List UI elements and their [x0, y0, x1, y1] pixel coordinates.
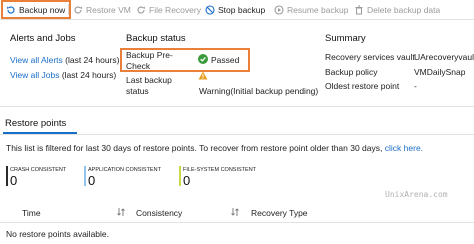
sort-icon[interactable]: [230, 207, 240, 219]
backup-status-title: Backup status: [126, 33, 186, 44]
section-divider: [0, 106, 474, 107]
restore-vm-label: Restore VM: [86, 4, 131, 15]
command-toolbar: Backup now Restore VM File Recovery Stop…: [0, 0, 474, 20]
crash-consistent-label: CRASH CONSISTENT: [10, 167, 67, 173]
alerts-jobs-title: Alerts and Jobs: [10, 33, 76, 44]
stop-backup-label: Stop backup: [218, 4, 266, 15]
application-consistent-label: APPLICATION CONSISTENT: [88, 167, 161, 173]
application-consistent-counter: APPLICATION CONSISTENT 0: [84, 166, 161, 187]
backup-now-button[interactable]: Backup now: [1, 0, 72, 19]
last-backup-status: Warning(Initial backup pending): [199, 86, 319, 96]
precheck-label-line2: Check: [126, 61, 151, 71]
filter-notice: This list is filtered for last 30 days o…: [6, 143, 423, 153]
view-all-jobs-link[interactable]: View all Jobs: [10, 70, 59, 80]
table-header-divider: [0, 222, 474, 223]
application-consistent-value: 0: [88, 173, 96, 188]
resume-icon: [274, 4, 284, 15]
stop-backup-button[interactable]: Stop backup: [205, 1, 265, 18]
click-here-link[interactable]: click here.: [385, 143, 423, 153]
crash-consistent-value: 0: [10, 173, 18, 188]
delete-backup-data-button[interactable]: Delete backup data: [354, 1, 440, 18]
application-consistent-bar: [84, 166, 86, 186]
filter-text: This list is filtered for last 30 days o…: [6, 143, 383, 153]
tab-restore-points[interactable]: Restore points: [5, 118, 66, 129]
delete-backup-data-label: Delete backup data: [367, 4, 441, 15]
restore-vm-button[interactable]: Restore VM: [73, 1, 131, 18]
last-backup-label-line1: Last backup: [126, 75, 172, 85]
summary-title: Summary: [325, 33, 366, 44]
policy-link[interactable]: VMDailySnap: [414, 67, 466, 77]
crash-consistent-bar: [6, 166, 8, 186]
policy-label: Backup policy: [325, 67, 378, 77]
file-recovery-label: File Recovery: [149, 4, 201, 15]
resume-backup-label: Resume backup: [287, 4, 349, 15]
watermark: UnixArena.com: [385, 190, 448, 199]
backup-icon: [6, 5, 16, 15]
file-recovery-button[interactable]: File Recovery: [136, 1, 201, 18]
jobs-period: (last 24 hours): [61, 70, 117, 80]
toolbar-separator: [68, 4, 69, 15]
view-all-alerts-link[interactable]: View all Alerts: [10, 55, 63, 65]
alerts-row: View all Alerts (last 24 hours): [10, 55, 119, 65]
crash-consistent-counter: CRASH CONSISTENT 0: [6, 166, 66, 187]
file-system-consistent-label: FILE-SYSTEM CONSISTENT: [183, 167, 257, 173]
file-system-consistent-bar: [179, 166, 181, 186]
vault-link[interactable]: UArecoveryvault: [414, 52, 474, 62]
trash-icon: [354, 5, 364, 15]
resume-backup-button[interactable]: Resume backup: [274, 1, 348, 18]
check-circle-icon: [198, 54, 208, 64]
file-system-consistent-counter: FILE-SYSTEM CONSISTENT 0: [179, 166, 256, 187]
tab-divider: [0, 134, 474, 135]
backup-now-label: Backup now: [19, 4, 66, 15]
file-system-consistent-value: 0: [183, 173, 191, 188]
sort-icon[interactable]: [116, 207, 126, 219]
jobs-row: View all Jobs (last 24 hours): [10, 70, 116, 80]
file-recovery-icon: [136, 5, 146, 15]
warning-icon: [198, 71, 208, 82]
oldest-value: -: [414, 81, 417, 91]
oldest-label: Oldest restore point: [325, 81, 400, 91]
alerts-period: (last 24 hours): [65, 55, 120, 65]
column-header-time[interactable]: Time: [22, 208, 41, 218]
column-header-consistency[interactable]: Consistency: [136, 208, 182, 218]
precheck-status: Passed: [211, 55, 240, 65]
stop-icon: [205, 4, 215, 15]
column-header-recovery-type[interactable]: Recovery Type: [251, 208, 308, 218]
restore-icon: [73, 5, 83, 15]
last-backup-label-line2: status: [126, 86, 149, 96]
empty-table-message: No restore points available.: [6, 229, 110, 239]
precheck-label-line1: Backup Pre-: [126, 50, 173, 60]
vault-label: Recovery services vault: [325, 52, 415, 62]
